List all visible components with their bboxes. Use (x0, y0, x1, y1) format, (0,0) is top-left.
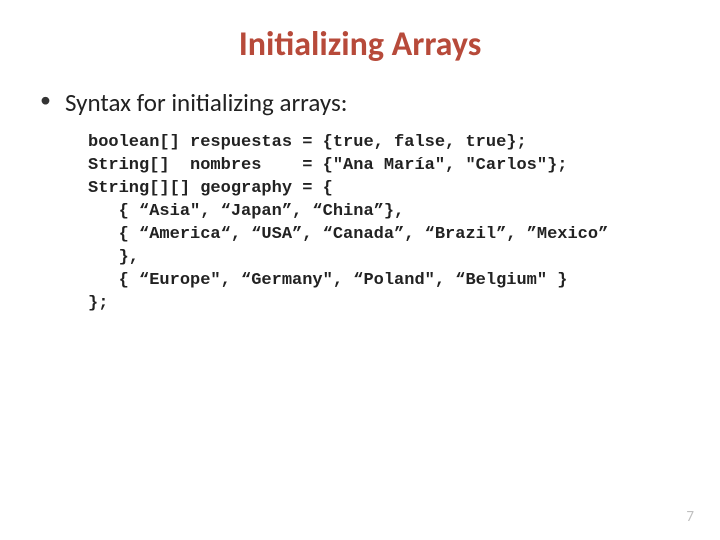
code-block: boolean[] respuestas = {true, false, tru… (88, 132, 680, 316)
slide: Initializing Arrays • Syntax for initial… (0, 0, 720, 540)
bullet-marker: • (40, 87, 51, 113)
slide-title: Initializing Arrays (40, 24, 680, 65)
bullet-item: • Syntax for initializing arrays: (40, 87, 680, 118)
page-number: 7 (686, 508, 694, 526)
bullet-text: Syntax for initializing arrays: (65, 87, 347, 118)
